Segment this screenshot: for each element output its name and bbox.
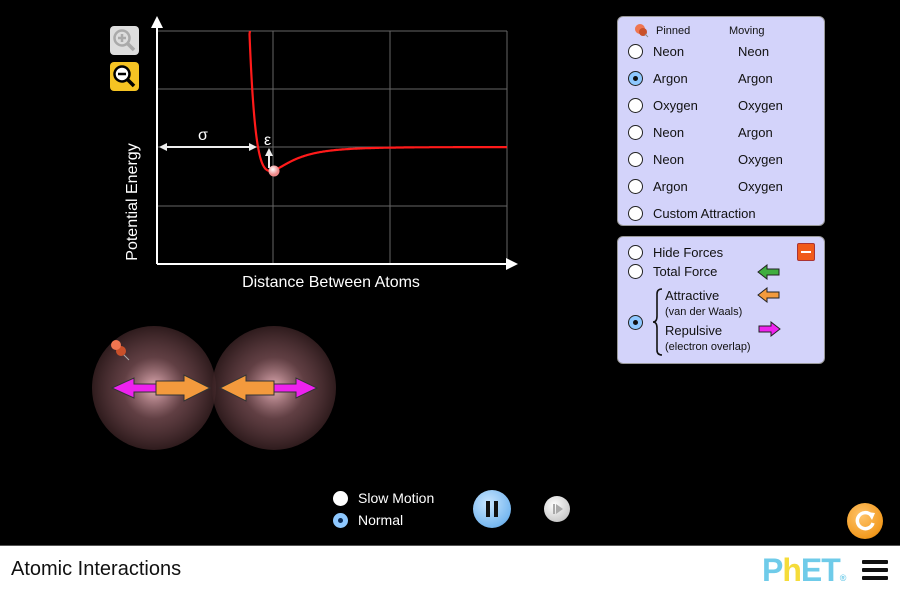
- moving-atom-label: Oxygen: [738, 152, 783, 167]
- navigation-bar: Atomic Interactions PhET®: [0, 545, 900, 591]
- option-label: Total Force: [653, 264, 718, 279]
- pinned-atom-label: Oxygen: [653, 98, 698, 113]
- option-label: Normal: [358, 512, 404, 528]
- pinned-atom-label: Argon: [653, 179, 688, 194]
- moving-atom-label: Argon: [738, 71, 773, 86]
- radio-button[interactable]: [628, 206, 643, 221]
- atom-option[interactable]: Oxygen Oxygen: [628, 98, 783, 113]
- pause-button[interactable]: [473, 490, 511, 528]
- atoms-view: [92, 326, 336, 450]
- pinned-atom-label: Neon: [653, 125, 685, 140]
- pinned-atom-label: Neon: [653, 152, 685, 167]
- pinned-atom-label: Argon: [653, 71, 688, 86]
- reset-icon: [855, 510, 875, 531]
- atom-selection-panel: Pinned Moving Neon Neon Argon Argon Oxygen Ox…: [617, 16, 825, 226]
- radio-button[interactable]: [628, 71, 643, 86]
- moving-atom-label: Neon: [738, 44, 770, 59]
- reset-all-button[interactable]: [847, 503, 883, 539]
- moving-atom-label: Oxygen: [738, 179, 783, 194]
- attractive-label: Attractive: [665, 288, 720, 303]
- pause-icon-bar: [486, 501, 490, 517]
- repulsive-arrow-icon: [758, 321, 781, 337]
- atom-option[interactable]: Neon Neon: [628, 44, 769, 59]
- force-option-components[interactable]: [628, 315, 653, 330]
- repulsive-label: Repulsive: [665, 323, 723, 338]
- repulsive-sublabel: (electron overlap): [665, 341, 751, 353]
- pinned-header: Pinned: [656, 25, 691, 37]
- radio-button[interactable]: [628, 245, 643, 260]
- phet-logo[interactable]: PhET®: [762, 552, 846, 589]
- attractive-sublabel: (van der Waals): [665, 306, 743, 318]
- brace-icon: [652, 288, 663, 356]
- force-option-total-force[interactable]: Total Force: [628, 264, 717, 279]
- pinned-atom-label: Neon: [653, 44, 685, 59]
- atom-option-custom-attraction[interactable]: Custom Attraction: [628, 206, 756, 221]
- atom-option[interactable]: Argon Oxygen: [628, 179, 783, 194]
- app-title: Atomic Interactions: [11, 558, 182, 580]
- radio-button[interactable]: [628, 264, 643, 279]
- attractive-arrow-icon: [757, 287, 780, 303]
- radio-button[interactable]: [628, 315, 643, 330]
- radio-button[interactable]: [333, 512, 348, 528]
- moving-header: Moving: [729, 25, 765, 37]
- total-force-arrow-icon: [757, 264, 780, 280]
- minimize-button[interactable]: [797, 243, 815, 261]
- option-label: Custom Attraction: [653, 206, 756, 221]
- pin-icon: [635, 24, 649, 38]
- atom-option[interactable]: Neon Argon: [628, 125, 773, 140]
- hamburger-menu-icon[interactable]: [862, 560, 888, 580]
- radio-button[interactable]: [333, 490, 348, 506]
- radio-button[interactable]: [628, 152, 643, 167]
- pause-icon-bar: [494, 501, 498, 517]
- radio-button[interactable]: [628, 98, 643, 113]
- forces-panel: Hide Forces Total Force Attractive (van …: [617, 236, 825, 364]
- radio-button[interactable]: [628, 125, 643, 140]
- option-label: Slow Motion: [358, 490, 435, 506]
- moving-atom-label: Oxygen: [738, 98, 783, 113]
- force-option-hide-forces[interactable]: Hide Forces: [628, 245, 723, 260]
- radio-button[interactable]: [628, 179, 643, 194]
- normal-speed-option[interactable]: Normal: [333, 512, 403, 528]
- simulation-area: σ ε Distance Between Atoms Potential Ene…: [0, 0, 900, 545]
- atom-option[interactable]: Neon Oxygen: [628, 152, 783, 167]
- step-forward-button[interactable]: [544, 496, 570, 522]
- step-icon: [553, 504, 563, 514]
- atom-option[interactable]: Argon Argon: [628, 71, 773, 86]
- radio-button[interactable]: [628, 44, 643, 59]
- x-axis-arrowhead: [506, 258, 518, 270]
- option-label: Hide Forces: [653, 245, 724, 260]
- slow-motion-option[interactable]: Slow Motion: [333, 490, 434, 506]
- moving-atom-label: Argon: [738, 125, 773, 140]
